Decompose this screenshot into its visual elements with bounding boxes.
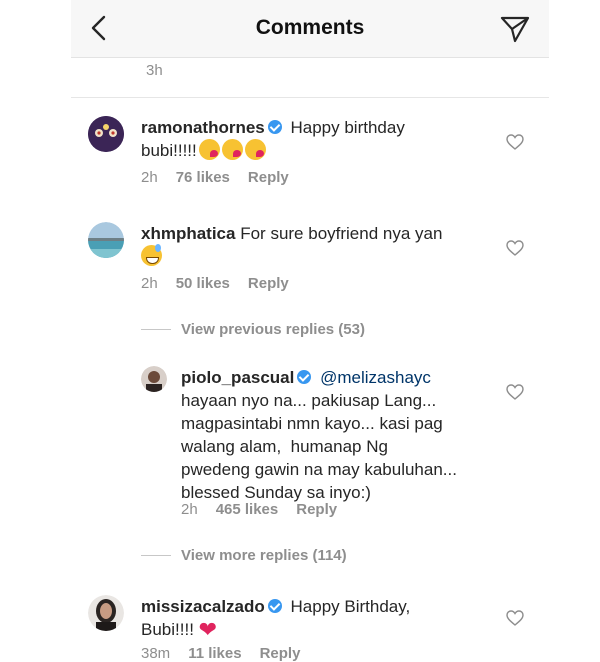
verified-badge-icon xyxy=(267,120,282,134)
replies-divider-line xyxy=(141,329,171,330)
reply-text-line: pwedeng gawin na may kabuluhan... xyxy=(181,460,457,479)
avatar-image xyxy=(88,222,124,258)
avatar[interactable] xyxy=(88,116,124,152)
reply-body: piolo_pascual @melizashayc hayaan nyo na… xyxy=(181,366,491,504)
kissing-face-emoji xyxy=(221,139,243,160)
avatar-image xyxy=(141,366,167,392)
send-icon[interactable] xyxy=(499,14,531,44)
avatar[interactable] xyxy=(141,366,167,392)
grinning-sweat-emoji xyxy=(141,244,162,266)
comment-text-line2: Bubi!!!! xyxy=(141,620,194,639)
avatar[interactable] xyxy=(88,595,124,631)
reply-text-line: walang alam, humanap Ng xyxy=(181,437,388,456)
reply-button[interactable]: Reply xyxy=(260,645,301,662)
replies-divider-line xyxy=(141,555,171,556)
comment-text: Happy Birthday, xyxy=(290,597,411,616)
red-heart-emoji: ❤ xyxy=(198,617,218,642)
view-previous-replies-button[interactable]: View previous replies (53) xyxy=(181,321,365,338)
view-more-replies-button[interactable]: View more replies (114) xyxy=(181,547,347,564)
likes-count[interactable]: 50 likes xyxy=(176,275,230,292)
comment-timestamp: 2h xyxy=(141,169,158,186)
comment-text-line2: bubi!!!!! xyxy=(141,141,197,160)
heart-outline-icon[interactable] xyxy=(506,134,524,150)
mention-link[interactable]: @melizashayc xyxy=(320,368,431,387)
comment-body: missizacalzado Happy Birthday, Bubi!!!! … xyxy=(141,595,471,641)
reply-text-line: magpasintabi nmn kayo... kasi pag xyxy=(181,414,443,433)
reply-timestamp: 2h xyxy=(181,501,198,518)
likes-count[interactable]: 76 likes xyxy=(176,169,230,186)
reply-meta: 2h 465 likes Reply xyxy=(181,501,355,518)
reply-button[interactable]: Reply xyxy=(248,169,289,186)
comment-username[interactable]: xhmphatica xyxy=(141,224,235,243)
verified-badge-icon xyxy=(297,370,312,384)
comment-meta: 2h 76 likes Reply xyxy=(141,169,307,186)
avatar-image xyxy=(88,116,124,152)
reply-button[interactable]: Reply xyxy=(248,275,289,292)
divider xyxy=(71,97,549,98)
kissing-face-emoji xyxy=(244,139,266,160)
comment-text: For sure boyfriend nya yan xyxy=(240,224,443,243)
heart-outline-icon[interactable] xyxy=(506,240,524,256)
reply-username[interactable]: piolo_pascual xyxy=(181,368,294,387)
likes-count[interactable]: 465 likes xyxy=(216,501,279,518)
heart-outline-icon[interactable] xyxy=(506,610,524,626)
comments-header: Comments xyxy=(71,0,549,58)
avatar-image xyxy=(88,595,124,631)
comment-username[interactable]: missizacalzado xyxy=(141,597,265,616)
comment-meta: 38m 11 likes Reply xyxy=(141,645,318,662)
likes-count[interactable]: 11 likes xyxy=(188,645,241,662)
comment-username[interactable]: ramonathornes xyxy=(141,118,265,137)
kissing-face-emoji xyxy=(198,139,220,160)
reply-text-line: blessed Sunday sa inyo:) xyxy=(181,483,371,502)
comment-body: xhmphatica For sure boyfriend nya yan xyxy=(141,222,481,268)
verified-badge-icon xyxy=(267,599,282,613)
comment-meta: 2h 50 likes Reply xyxy=(141,275,307,292)
previous-comment-timestamp: 3h xyxy=(146,62,163,79)
comment-body: ramonathornes Happy birthday bubi!!!!! xyxy=(141,116,471,162)
page-title: Comments xyxy=(255,16,365,39)
avatar[interactable] xyxy=(88,222,124,258)
comment-timestamp: 2h xyxy=(141,275,158,292)
heart-outline-icon[interactable] xyxy=(506,384,524,400)
reply-button[interactable]: Reply xyxy=(296,501,337,518)
comment-timestamp: 38m xyxy=(141,645,171,662)
reply-text-line: hayaan nyo na... pakiusap Lang... xyxy=(181,391,437,410)
comment-text: Happy birthday xyxy=(290,118,405,137)
